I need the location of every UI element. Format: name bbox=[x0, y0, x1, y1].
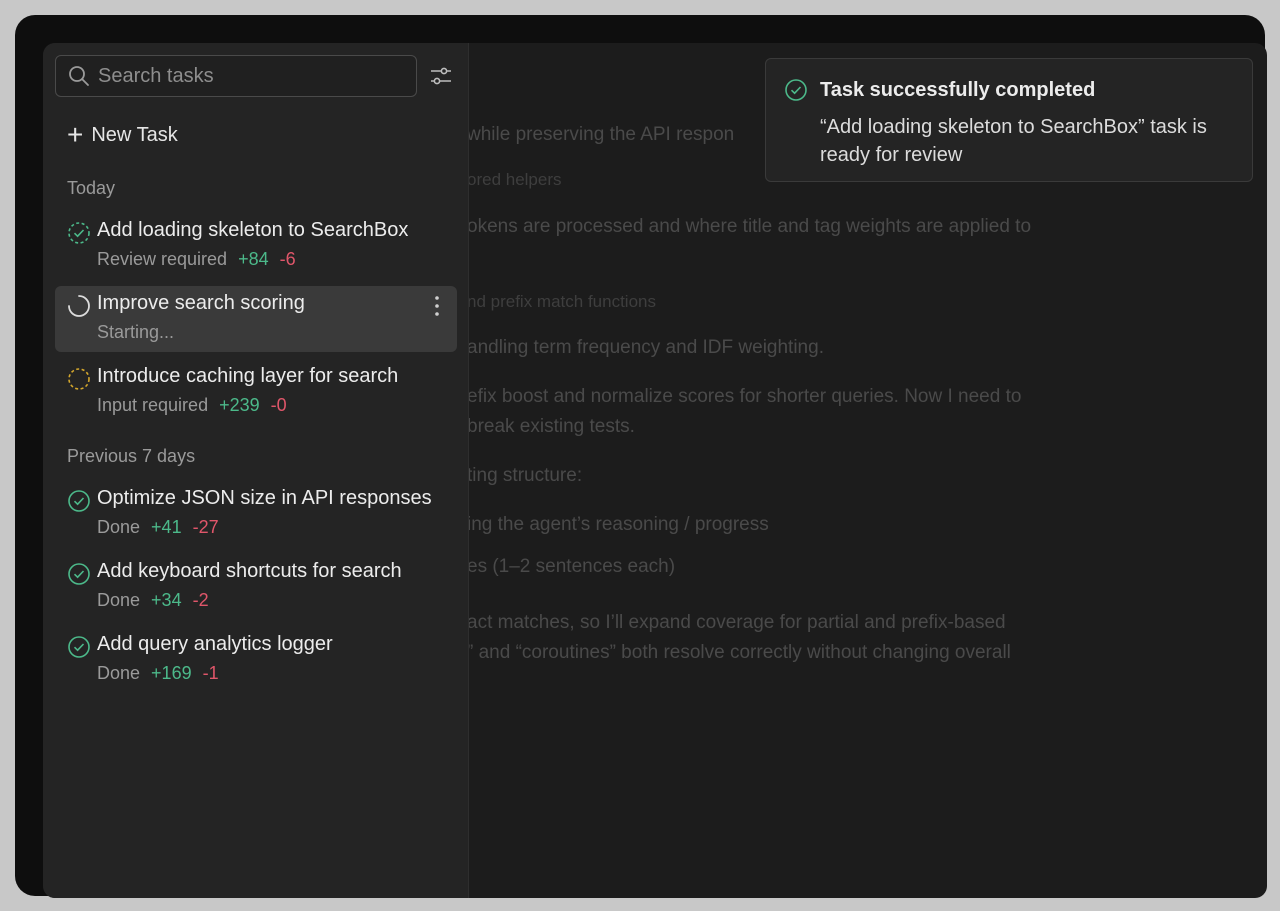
lines-added: +169 bbox=[151, 663, 192, 683]
plus-icon: + bbox=[67, 119, 84, 150]
spinner-icon bbox=[68, 295, 90, 317]
background-line: andling term frequency and IDF weighting… bbox=[467, 337, 824, 358]
task-item[interactable]: Introduce caching layer for search Input… bbox=[55, 359, 457, 425]
task-status: Done bbox=[97, 517, 141, 537]
task-title: Add loading skeleton to SearchBox bbox=[97, 219, 409, 241]
device-frame: while preserving the API respon ored hel… bbox=[15, 15, 1267, 898]
new-task-button[interactable]: + New Task bbox=[67, 121, 178, 149]
task-status: Input required bbox=[97, 395, 209, 415]
lines-added: +84 bbox=[238, 249, 269, 269]
lines-removed: -1 bbox=[202, 663, 219, 683]
task-meta: Done +34 -2 bbox=[97, 590, 209, 611]
check-circle-icon bbox=[68, 490, 90, 512]
check-circle-icon bbox=[785, 79, 807, 101]
task-item[interactable]: Optimize JSON size in API responses Done… bbox=[55, 481, 457, 547]
task-status: Starting... bbox=[97, 322, 175, 342]
new-task-label: New Task bbox=[91, 123, 178, 146]
task-meta: Input required +239 -0 bbox=[97, 395, 287, 416]
background-line: ored helpers bbox=[467, 170, 562, 189]
lines-removed: -27 bbox=[192, 517, 219, 537]
task-item[interactable]: Add loading skeleton to SearchBox Review… bbox=[55, 213, 457, 279]
toast-title: Task successfully completed bbox=[820, 79, 1096, 101]
task-item[interactable]: Add keyboard shortcuts for search Done +… bbox=[55, 554, 457, 620]
search-box[interactable] bbox=[55, 55, 417, 97]
task-meta: Done +169 -1 bbox=[97, 663, 219, 684]
task-sidebar: + New Task Today Add loading skeleton to… bbox=[43, 43, 469, 898]
background-line: ing the agent’s reasoning / progress bbox=[467, 514, 769, 535]
background-line: okens are processed and where title and … bbox=[467, 216, 1032, 237]
review-dashed-circle-icon bbox=[68, 222, 90, 244]
task-item-active[interactable]: Improve search scoring Starting... bbox=[55, 286, 457, 352]
task-title: Improve search scoring bbox=[97, 292, 305, 314]
task-status: Review required bbox=[97, 249, 228, 269]
task-status: Done bbox=[97, 590, 141, 610]
task-completed-toast[interactable]: Task successfully completed “Add loading… bbox=[765, 58, 1253, 182]
task-meta: Starting... bbox=[97, 322, 174, 343]
task-status: Done bbox=[97, 663, 141, 683]
background-line: nd prefix match functions bbox=[467, 292, 656, 311]
lines-removed: -2 bbox=[192, 590, 209, 610]
input-dashed-circle-icon bbox=[68, 368, 90, 390]
filter-sliders-icon[interactable] bbox=[429, 64, 453, 88]
background-line: act matches, so I’ll expand coverage for… bbox=[467, 612, 1006, 633]
more-options-icon[interactable] bbox=[429, 294, 445, 318]
task-title: Add keyboard shortcuts for search bbox=[97, 560, 402, 582]
background-line: while preserving the API respon bbox=[467, 124, 735, 145]
task-title: Add query analytics logger bbox=[97, 633, 333, 655]
background-line: ” and “coroutines” both resolve correctl… bbox=[467, 642, 1011, 663]
task-title: Introduce caching layer for search bbox=[97, 365, 399, 387]
background-line: ting structure: bbox=[467, 465, 583, 486]
background-line: es (1–2 sentences each) bbox=[467, 556, 676, 577]
section-label-today: Today bbox=[67, 178, 116, 198]
app-screen: while preserving the API respon ored hel… bbox=[43, 43, 1267, 898]
lines-added: +239 bbox=[219, 395, 260, 415]
background-line: efix boost and normalize scores for shor… bbox=[467, 386, 1022, 407]
task-meta: Review required +84 -6 bbox=[97, 249, 296, 270]
section-label-previous-7-days: Previous 7 days bbox=[67, 446, 196, 466]
lines-added: +34 bbox=[151, 590, 182, 610]
check-circle-icon bbox=[68, 563, 90, 585]
task-item[interactable]: Add query analytics logger Done +169 -1 bbox=[55, 627, 457, 693]
lines-removed: -0 bbox=[270, 395, 287, 415]
toast-message: “Add loading skeleton to SearchBox” task… bbox=[820, 116, 1207, 166]
lines-added: +41 bbox=[151, 517, 182, 537]
check-circle-icon bbox=[68, 636, 90, 658]
task-meta: Done +41 -27 bbox=[97, 517, 219, 538]
lines-removed: -6 bbox=[279, 249, 296, 269]
background-line: break existing tests. bbox=[467, 416, 635, 437]
search-icon bbox=[69, 66, 89, 86]
search-input[interactable] bbox=[98, 64, 398, 88]
task-title: Optimize JSON size in API responses bbox=[97, 487, 432, 509]
